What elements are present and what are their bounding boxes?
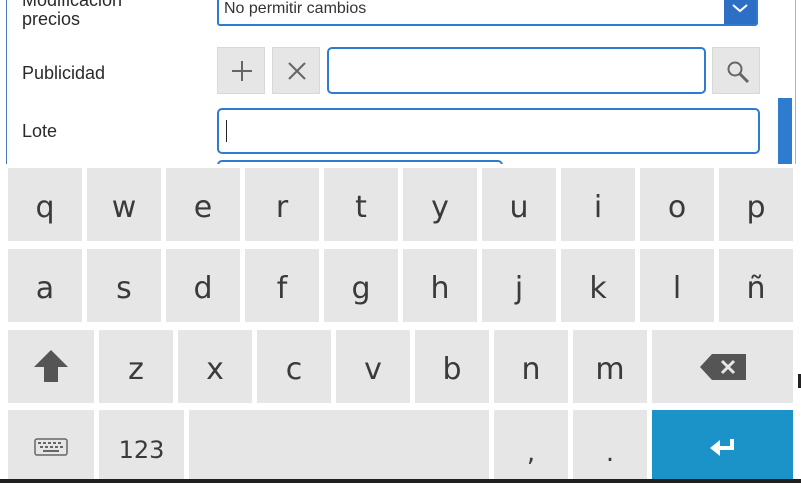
key-r[interactable]: r: [245, 168, 319, 241]
key-p[interactable]: p: [719, 168, 793, 241]
key-label: r: [275, 190, 289, 225]
enter-key[interactable]: [652, 410, 793, 483]
key-label: a: [35, 271, 55, 306]
key-label: g: [351, 271, 371, 306]
key-label: s: [116, 271, 132, 306]
key-label: l: [672, 271, 682, 306]
key-a[interactable]: a: [8, 249, 82, 322]
form-frame-right: [795, 0, 796, 168]
period-key[interactable]: .: [573, 410, 647, 483]
key-label: n: [521, 352, 541, 387]
key-label: x: [206, 352, 224, 387]
key-o[interactable]: o: [640, 168, 714, 241]
key-label: w: [111, 190, 137, 225]
precios-dropdown-button[interactable]: [724, 0, 756, 24]
key-j[interactable]: j: [482, 249, 556, 322]
key-label: p: [746, 190, 766, 225]
precios-select[interactable]: No permitir cambios: [217, 0, 758, 26]
key-u[interactable]: u: [482, 168, 556, 241]
key-e[interactable]: e: [166, 168, 240, 241]
comma-key-label: ,: [526, 438, 536, 468]
key-label: u: [509, 190, 529, 225]
lote-label: Lote: [22, 121, 58, 141]
backspace-icon: [700, 354, 746, 380]
key-t[interactable]: t: [324, 168, 398, 241]
key-label: b: [442, 352, 462, 387]
precios-label: precios: [22, 9, 81, 29]
key-label: y: [431, 190, 449, 225]
key-v[interactable]: v: [336, 330, 410, 403]
key-label: c: [285, 352, 303, 387]
chevron-down-icon: [732, 4, 748, 13]
lote-input[interactable]: [217, 108, 760, 154]
key-label: k: [589, 271, 607, 306]
key-k[interactable]: k: [561, 249, 635, 322]
key-n-tilde[interactable]: ñ: [719, 249, 793, 322]
plus-icon: [232, 61, 252, 81]
key-label: o: [667, 190, 687, 225]
shift-key[interactable]: [8, 330, 94, 403]
publicidad-input[interactable]: [327, 47, 706, 94]
key-label: i: [593, 190, 603, 225]
key-label: z: [128, 352, 144, 387]
key-l[interactable]: l: [640, 249, 714, 322]
screen-bottom-edge: [0, 479, 801, 483]
comma-key[interactable]: ,: [494, 410, 568, 483]
shift-arrow-icon: [34, 350, 68, 382]
form-frame-left: [6, 0, 7, 168]
keyboard-icon: [34, 438, 68, 456]
key-n[interactable]: n: [494, 330, 568, 403]
space-key[interactable]: [189, 410, 489, 483]
key-label: v: [364, 352, 382, 387]
key-g[interactable]: g: [324, 249, 398, 322]
key-c[interactable]: c: [257, 330, 331, 403]
keyboard-layout-key[interactable]: [8, 410, 94, 483]
key-i[interactable]: i: [561, 168, 635, 241]
search-publicidad-button[interactable]: [712, 47, 760, 94]
key-label: ñ: [746, 271, 766, 306]
key-z[interactable]: z: [99, 330, 173, 403]
text-caret: [226, 120, 227, 142]
key-label: t: [355, 190, 367, 225]
key-label: f: [276, 271, 288, 306]
scrollbar-thumb[interactable]: [778, 98, 792, 168]
add-publicidad-button[interactable]: [217, 47, 265, 94]
key-d[interactable]: d: [166, 249, 240, 322]
key-b[interactable]: b: [415, 330, 489, 403]
numbers-key[interactable]: 123: [99, 410, 184, 483]
key-h[interactable]: h: [403, 249, 477, 322]
key-f[interactable]: f: [245, 249, 319, 322]
product-form: Modificación precios No permitir cambios…: [0, 0, 801, 168]
key-label: h: [430, 271, 450, 306]
publicidad-label: Publicidad: [22, 63, 106, 83]
clear-publicidad-button[interactable]: [272, 47, 320, 94]
key-label: j: [514, 271, 524, 306]
key-m[interactable]: m: [573, 330, 647, 403]
period-key-label: .: [605, 438, 615, 468]
numbers-key-label: 123: [118, 436, 165, 464]
key-s[interactable]: s: [87, 249, 161, 322]
key-x[interactable]: x: [178, 330, 252, 403]
key-y[interactable]: y: [403, 168, 477, 241]
search-icon: [727, 61, 750, 84]
backspace-key[interactable]: [652, 330, 793, 403]
key-label: m: [595, 352, 625, 387]
key-w[interactable]: w: [87, 168, 161, 241]
enter-icon: [710, 439, 734, 456]
key-label: q: [35, 190, 55, 225]
key-label: e: [193, 190, 213, 225]
close-icon: [288, 62, 306, 80]
key-q[interactable]: q: [8, 168, 82, 241]
key-label: d: [193, 271, 213, 306]
precios-select-value: No permitir cambios: [224, 0, 367, 17]
